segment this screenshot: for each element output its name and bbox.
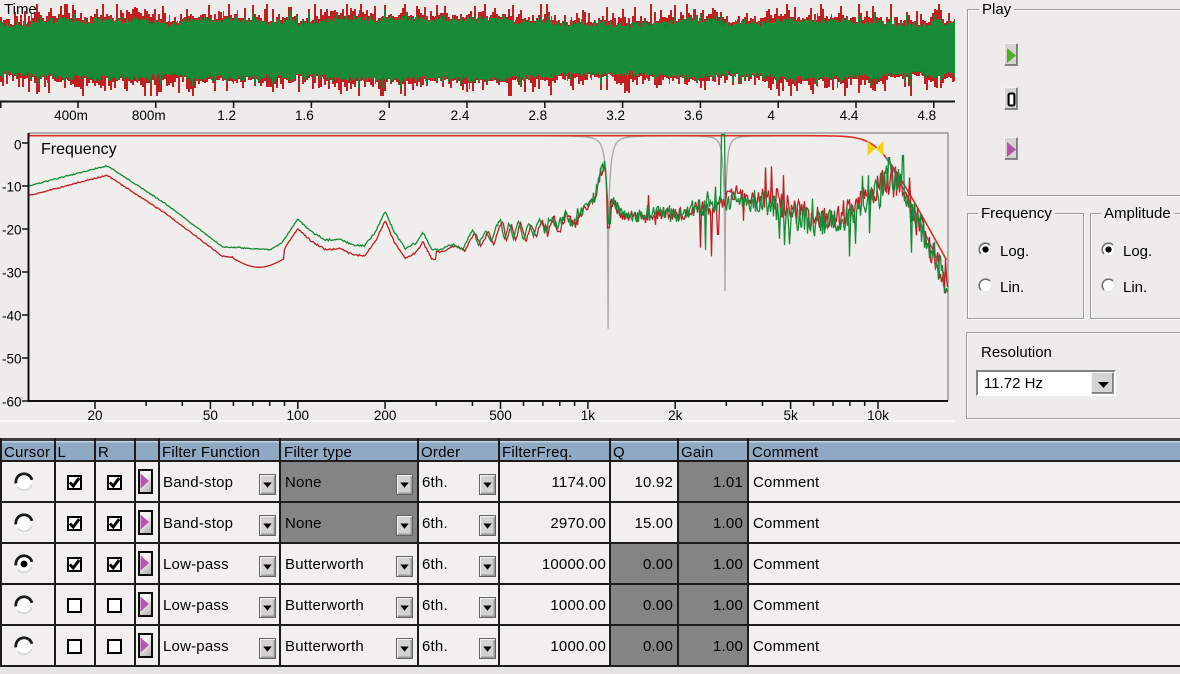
svg-text:1.2: 1.2 (217, 108, 236, 123)
svg-text:4.4: 4.4 (840, 108, 859, 123)
svg-text:3.2: 3.2 (606, 108, 625, 123)
svg-text:200: 200 (374, 408, 397, 422)
svg-text:-30: -30 (2, 266, 22, 281)
svg-text:4.8: 4.8 (917, 108, 936, 123)
svg-text:50: 50 (203, 408, 218, 422)
svg-text:5k: 5k (783, 408, 798, 422)
svg-text:400m: 400m (54, 108, 88, 123)
svg-text:2k: 2k (668, 408, 683, 422)
svg-text:500: 500 (489, 408, 512, 422)
svg-text:2: 2 (378, 108, 386, 123)
svg-text:Frequency: Frequency (41, 141, 117, 158)
svg-text:100: 100 (287, 408, 310, 422)
svg-text:4: 4 (767, 108, 775, 123)
svg-text:-40: -40 (2, 309, 22, 324)
svg-text:800m: 800m (132, 108, 166, 123)
svg-text:2.4: 2.4 (451, 108, 470, 123)
svg-text:1.6: 1.6 (295, 108, 314, 123)
svg-text:-60: -60 (2, 395, 22, 410)
svg-text:20: 20 (87, 408, 102, 422)
svg-text:-10: -10 (2, 180, 22, 195)
svg-text:0: 0 (14, 138, 22, 153)
svg-text:Time: Time (4, 1, 37, 18)
svg-text:3.6: 3.6 (684, 108, 703, 123)
svg-text:10k: 10k (867, 408, 889, 422)
svg-text:-20: -20 (2, 223, 22, 238)
svg-text:-50: -50 (2, 352, 22, 367)
svg-text:1k: 1k (581, 408, 596, 422)
svg-text:2.8: 2.8 (528, 108, 547, 123)
